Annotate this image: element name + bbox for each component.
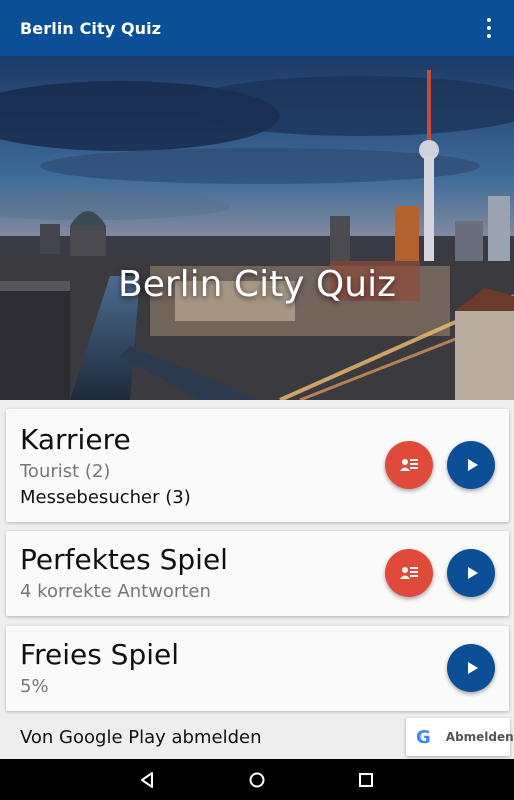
google-logo-icon: G: [416, 726, 431, 748]
free-game-title: Freies Spiel: [20, 638, 180, 671]
berlin-skyline-image: [0, 56, 514, 400]
perfect-leaderboard-button[interactable]: [385, 549, 433, 597]
career-card[interactable]: Karriere Tourist (2) Messebesucher (3): [6, 409, 509, 522]
perfect-game-title: Perfektes Spiel: [20, 543, 228, 576]
perfect-play-button[interactable]: [447, 549, 495, 597]
app-screen: Berlin City Quiz Berlin City Quiz Karrie…: [0, 0, 514, 800]
app-bar: Berlin City Quiz: [0, 0, 514, 56]
leaderboard-icon: [400, 567, 418, 579]
play-icon: [467, 567, 478, 579]
career-title: Karriere: [20, 423, 131, 456]
career-next-rank: Messebesucher (3): [20, 487, 191, 508]
play-icon: [467, 459, 478, 471]
career-rank: Tourist (2): [20, 461, 111, 482]
signout-label: Von Google Play abmelden: [20, 727, 262, 748]
leaderboard-icon: [400, 459, 418, 471]
play-icon: [467, 662, 478, 674]
free-play-button[interactable]: [447, 644, 495, 692]
career-leaderboard-button[interactable]: [385, 441, 433, 489]
free-game-progress: 5%: [20, 676, 49, 697]
hero-title: Berlin City Quiz: [118, 264, 396, 305]
career-play-button[interactable]: [447, 441, 495, 489]
recents-icon[interactable]: [353, 767, 379, 793]
app-bar-title: Berlin City Quiz: [20, 18, 162, 38]
signout-button-label: Abmelden: [445, 730, 514, 744]
back-icon[interactable]: [134, 767, 160, 793]
more-vert-icon[interactable]: [486, 18, 492, 38]
perfect-game-detail: 4 korrekte Antworten: [20, 581, 211, 602]
system-nav-bar: [0, 759, 514, 800]
perfect-game-card[interactable]: Perfektes Spiel 4 korrekte Antworten: [6, 531, 509, 616]
free-game-card[interactable]: Freies Spiel 5%: [6, 626, 509, 711]
hero-banner: Berlin City Quiz: [0, 56, 514, 400]
home-icon[interactable]: [244, 767, 270, 793]
google-signout-button[interactable]: G Abmelden: [406, 718, 514, 756]
